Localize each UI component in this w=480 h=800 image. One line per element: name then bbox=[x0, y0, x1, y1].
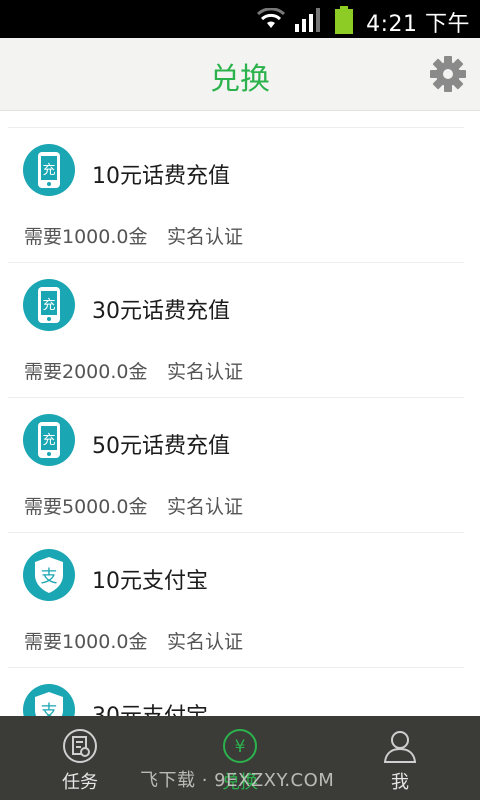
alipay-shield-icon: 支 bbox=[23, 549, 75, 601]
item-title: 50元话费充值 bbox=[92, 434, 230, 459]
battery-icon bbox=[335, 6, 353, 34]
svg-text:支: 支 bbox=[41, 567, 58, 587]
svg-text:充: 充 bbox=[42, 297, 55, 313]
nav-label-me: 我 bbox=[391, 772, 409, 793]
item-title: 10元支付宝 bbox=[92, 569, 208, 594]
item-title: 30元话费充值 bbox=[92, 299, 230, 324]
item-requirement: 需要1000.0金 bbox=[24, 631, 148, 653]
item-auth: 实名认证 bbox=[167, 631, 244, 653]
svg-text:充: 充 bbox=[42, 432, 55, 448]
page-title: 兑换 bbox=[210, 62, 270, 97]
svg-text:充: 充 bbox=[42, 162, 55, 178]
item-requirement: 需要1000.0金 bbox=[24, 226, 148, 248]
user-icon bbox=[383, 731, 417, 763]
item-auth: 实名认证 bbox=[167, 226, 244, 248]
wifi-icon bbox=[256, 8, 286, 28]
item-title: 10元话费充值 bbox=[92, 164, 230, 189]
item-title: 30元支付宝 bbox=[92, 698, 208, 716]
nav-label-tasks: 任务 bbox=[62, 772, 98, 793]
phone-recharge-icon: 充 bbox=[23, 144, 75, 196]
alipay-shield-icon: 支 bbox=[23, 684, 75, 716]
list-item[interactable]: 支 30元支付宝 bbox=[0, 668, 480, 716]
svg-text:支: 支 bbox=[41, 702, 58, 716]
item-requirement: 需要2000.0金 bbox=[24, 361, 148, 383]
nav-tab-tasks[interactable]: 任务 bbox=[20, 716, 140, 800]
nav-tab-exchange[interactable]: ¥ 兑换 bbox=[180, 716, 300, 800]
phone-recharge-icon: 充 bbox=[23, 279, 75, 331]
yen-coin-icon: ¥ bbox=[223, 729, 257, 763]
nav-tab-me[interactable]: 我 bbox=[340, 716, 460, 800]
status-bar: 4:21 下午 bbox=[0, 0, 480, 38]
item-auth: 实名认证 bbox=[167, 361, 244, 383]
item-auth: 实名认证 bbox=[167, 496, 244, 518]
tasks-icon bbox=[63, 729, 97, 763]
phone-recharge-icon: 充 bbox=[23, 414, 75, 466]
list-item[interactable]: 充 30元话费充值 需要2000.0金 实名认证 bbox=[0, 263, 480, 398]
item-requirement: 需要5000.0金 bbox=[24, 496, 148, 518]
bottom-nav: 任务 ¥ 兑换 我 飞下载 · 9EXZXY.COM bbox=[0, 716, 480, 800]
settings-gear-icon[interactable] bbox=[428, 54, 468, 94]
list-item[interactable]: 充 50元话费充值 需要5000.0金 实名认证 bbox=[0, 398, 480, 533]
svg-text:¥: ¥ bbox=[235, 737, 246, 757]
app-header: 兑换 bbox=[0, 38, 480, 111]
exchange-list: 充 10元话费充值 需要1000.0金 实名认证 充 30元话费充值 需要200… bbox=[0, 111, 480, 716]
nav-label-exchange: 兑换 bbox=[222, 772, 258, 793]
list-item[interactable]: 支 10元支付宝 需要1000.0金 实名认证 bbox=[0, 533, 480, 668]
list-item[interactable]: 充 10元话费充值 需要1000.0金 实名认证 bbox=[0, 128, 480, 263]
signal-icon bbox=[295, 8, 320, 32]
status-time: 4:21 下午 bbox=[366, 12, 470, 37]
